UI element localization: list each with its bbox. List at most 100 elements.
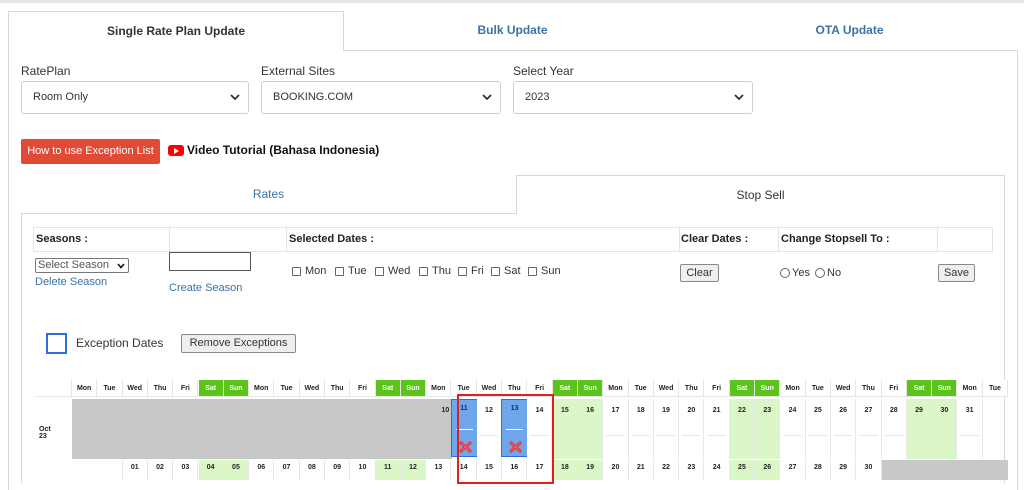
checkbox-fri[interactable] <box>458 267 467 276</box>
calendar-day-cell[interactable]: 15 <box>552 399 578 459</box>
calendar-day-number: 30 <box>864 464 873 471</box>
clear-button[interactable]: Clear <box>680 264 719 282</box>
calendar-day-cell[interactable]: 21 <box>704 399 730 459</box>
calendar-day-cell[interactable]: 17 <box>603 399 629 459</box>
year-select[interactable]: 2023 <box>513 81 753 114</box>
video-tutorial-link[interactable]: Video Tutorial (Bahasa Indonesia) <box>187 143 379 157</box>
calendar-day-divider <box>960 435 979 436</box>
chevron-down-icon <box>117 263 125 269</box>
calendar-day-cell[interactable]: 13 <box>426 460 452 480</box>
calendar-header-day: Fri <box>173 380 199 397</box>
calendar-day-number: 28 <box>889 407 898 414</box>
calendar-day-cell[interactable]: 21 <box>628 460 654 480</box>
calendar-day-cell[interactable]: 06 <box>249 460 275 480</box>
calendar-day-cell[interactable]: 05 <box>223 460 250 480</box>
delete-season-link[interactable]: Delete Season <box>35 276 107 288</box>
calendar-day-cell[interactable]: 29 <box>906 399 933 459</box>
checkbox-mon[interactable] <box>292 267 301 276</box>
season-select[interactable]: Select Season <box>35 258 129 273</box>
calendar-day-cell[interactable]: 23 <box>679 460 705 480</box>
calendar-day-cell[interactable]: 25 <box>729 460 756 480</box>
calendar-day-cell[interactable]: 25 <box>805 399 831 459</box>
calendar-day-cell[interactable]: 12 <box>400 460 427 480</box>
calendar-day-cell[interactable]: 02 <box>147 460 174 480</box>
tab-bulk-update[interactable]: Bulk Update <box>344 11 681 51</box>
calendar-day-cell[interactable]: 07 <box>274 460 300 480</box>
calendar-month-label: Oct 23 <box>39 426 51 440</box>
calendar-header-day: Sun <box>932 380 958 397</box>
calendar-day-cell[interactable]: 29 <box>831 460 857 480</box>
change-stopsell-header: Change Stopsell To : <box>781 233 890 245</box>
rateplan-label: RatePlan <box>21 64 71 78</box>
checkbox-sun[interactable] <box>528 267 537 276</box>
tab-single-rate-plan-update[interactable]: Single Rate Plan Update <box>8 11 344 51</box>
checkbox-wed[interactable] <box>375 267 384 276</box>
checkbox-thu-label: Thu <box>432 265 451 277</box>
calendar-day-cell[interactable]: 22 <box>729 399 756 459</box>
tab-ota-update[interactable]: OTA Update <box>681 11 1018 51</box>
calendar-day-cell[interactable]: 27 <box>856 399 882 459</box>
radio-yes[interactable] <box>780 268 790 278</box>
calendar-day-number: 13 <box>434 464 443 471</box>
calendar-day-cell[interactable]: 31 <box>957 399 983 459</box>
calendar-day-cell[interactable]: 24 <box>704 460 730 480</box>
calendar-day-cell[interactable]: 18 <box>628 399 654 459</box>
calendar-day-cell[interactable]: 08 <box>299 460 325 480</box>
checkbox-thu[interactable] <box>419 267 428 276</box>
calendar-day-cell[interactable]: 11 <box>375 460 401 480</box>
tab-rates[interactable]: Rates <box>21 175 516 214</box>
calendar-day-cell[interactable]: 16 <box>578 399 604 459</box>
calendar-day-cell[interactable]: 30 <box>856 460 882 480</box>
calendar-day-cell[interactable]: 23 <box>755 399 781 459</box>
calendar-day-cell[interactable]: 18 <box>552 460 578 480</box>
calendar-day-cell[interactable]: 22 <box>653 460 680 480</box>
calendar-header-day: Sun <box>400 380 427 397</box>
calendar-day-cell[interactable]: 28 <box>881 399 907 459</box>
calendar-day-cell[interactable]: 10 <box>350 460 376 480</box>
selected-dates-header: Selected Dates : <box>289 233 374 245</box>
radio-no[interactable] <box>815 268 825 278</box>
calendar-day-number: 18 <box>560 464 569 471</box>
calendar-header-day: Mon <box>72 380 98 397</box>
calendar-day-divider <box>834 435 853 436</box>
calendar-day-number: 29 <box>839 464 848 471</box>
calendar-day-cell[interactable]: 20 <box>679 399 705 459</box>
calendar-day-divider <box>682 435 701 436</box>
calendar-day-cell[interactable]: 27 <box>780 460 806 480</box>
calendar-day-number: 04 <box>206 464 215 471</box>
calendar-day-cell[interactable]: 03 <box>173 460 199 480</box>
external-sites-select[interactable]: BOOKING.COM <box>261 81 501 114</box>
checkbox-sat[interactable] <box>491 267 500 276</box>
youtube-icon[interactable] <box>168 145 184 156</box>
calendar-header-day: Sun <box>578 380 604 397</box>
rateplan-select[interactable]: Room Only <box>21 81 249 114</box>
calendar-day-cell[interactable]: 01 <box>122 460 148 480</box>
calendar-day-number: 25 <box>738 464 746 471</box>
exception-highlight-frame <box>457 394 554 484</box>
chevron-down-icon <box>482 94 492 101</box>
calendar-day-number: 02 <box>156 464 164 471</box>
save-button[interactable]: Save <box>938 264 975 282</box>
create-season-link[interactable]: Create Season <box>169 282 242 294</box>
calendar-day-cell[interactable]: 30 <box>932 399 958 459</box>
calendar-day-cell[interactable]: 26 <box>755 460 781 480</box>
calendar-day-cell[interactable]: 20 <box>603 460 629 480</box>
checkbox-tue[interactable] <box>335 267 344 276</box>
remove-exceptions-button[interactable]: Remove Exceptions <box>181 334 296 353</box>
checkbox-sat-label: Sat <box>504 265 521 277</box>
how-to-use-exception-list-button[interactable]: How to use Exception List <box>21 139 160 164</box>
calendar-day-cell[interactable]: 09 <box>325 460 351 480</box>
calendar-header-day: Tue <box>982 380 1009 397</box>
tab-stop-sell[interactable]: Stop Sell <box>516 175 1005 214</box>
season-name-input[interactable] <box>169 252 251 271</box>
calendar-day-cell[interactable]: 28 <box>805 460 831 480</box>
calendar-day-cell[interactable]: 04 <box>198 460 224 480</box>
calendar-day-number: 20 <box>687 407 696 414</box>
calendar-day-cell[interactable]: 26 <box>831 399 857 459</box>
calendar-day-divider <box>732 435 752 436</box>
calendar-day-number: 29 <box>915 407 923 414</box>
calendar-header-day: Thu <box>147 380 174 397</box>
calendar-day-cell[interactable]: 19 <box>653 399 680 459</box>
calendar-day-cell[interactable]: 24 <box>780 399 806 459</box>
calendar-day-cell[interactable]: 19 <box>578 460 604 480</box>
